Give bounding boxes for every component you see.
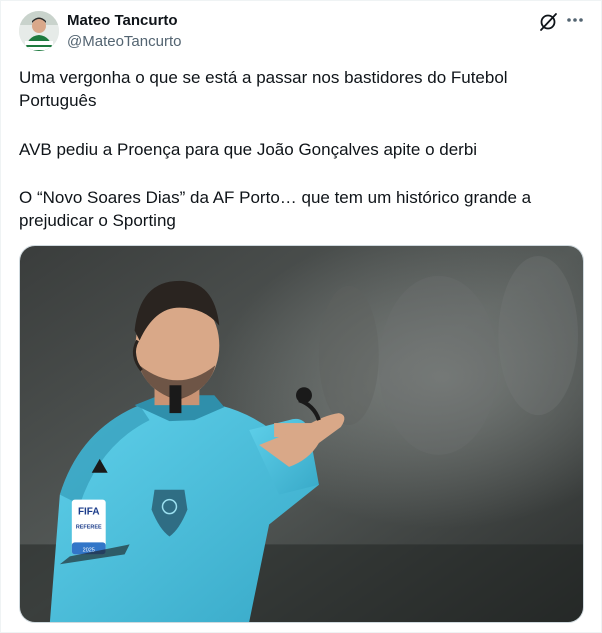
- tweet: Mateo Tancurto @MateoTancurto Uma vergon…: [0, 0, 602, 633]
- avatar-image: [19, 11, 59, 51]
- badge-fifa: FIFA: [78, 507, 100, 518]
- more-options-icon[interactable]: [564, 9, 586, 31]
- avatar[interactable]: [19, 11, 59, 51]
- referee-photo: FIFA REFEREE 2025: [20, 246, 583, 622]
- badge-referee: REFEREE: [76, 525, 102, 531]
- tweet-paragraph-2: AVB pediu a Proença para que João Gonçal…: [19, 140, 478, 159]
- author-handle[interactable]: @MateoTancurto: [67, 32, 181, 52]
- tweet-paragraph-3: O “Novo Soares Dias” da AF Porto… que te…: [19, 188, 532, 230]
- tweet-paragraph-1: Uma vergonha o que se está a passar nos …: [19, 68, 508, 110]
- author-name[interactable]: Mateo Tancurto: [67, 11, 178, 31]
- grok-icon[interactable]: [537, 11, 559, 33]
- tweet-media-photo[interactable]: FIFA REFEREE 2025: [19, 245, 584, 623]
